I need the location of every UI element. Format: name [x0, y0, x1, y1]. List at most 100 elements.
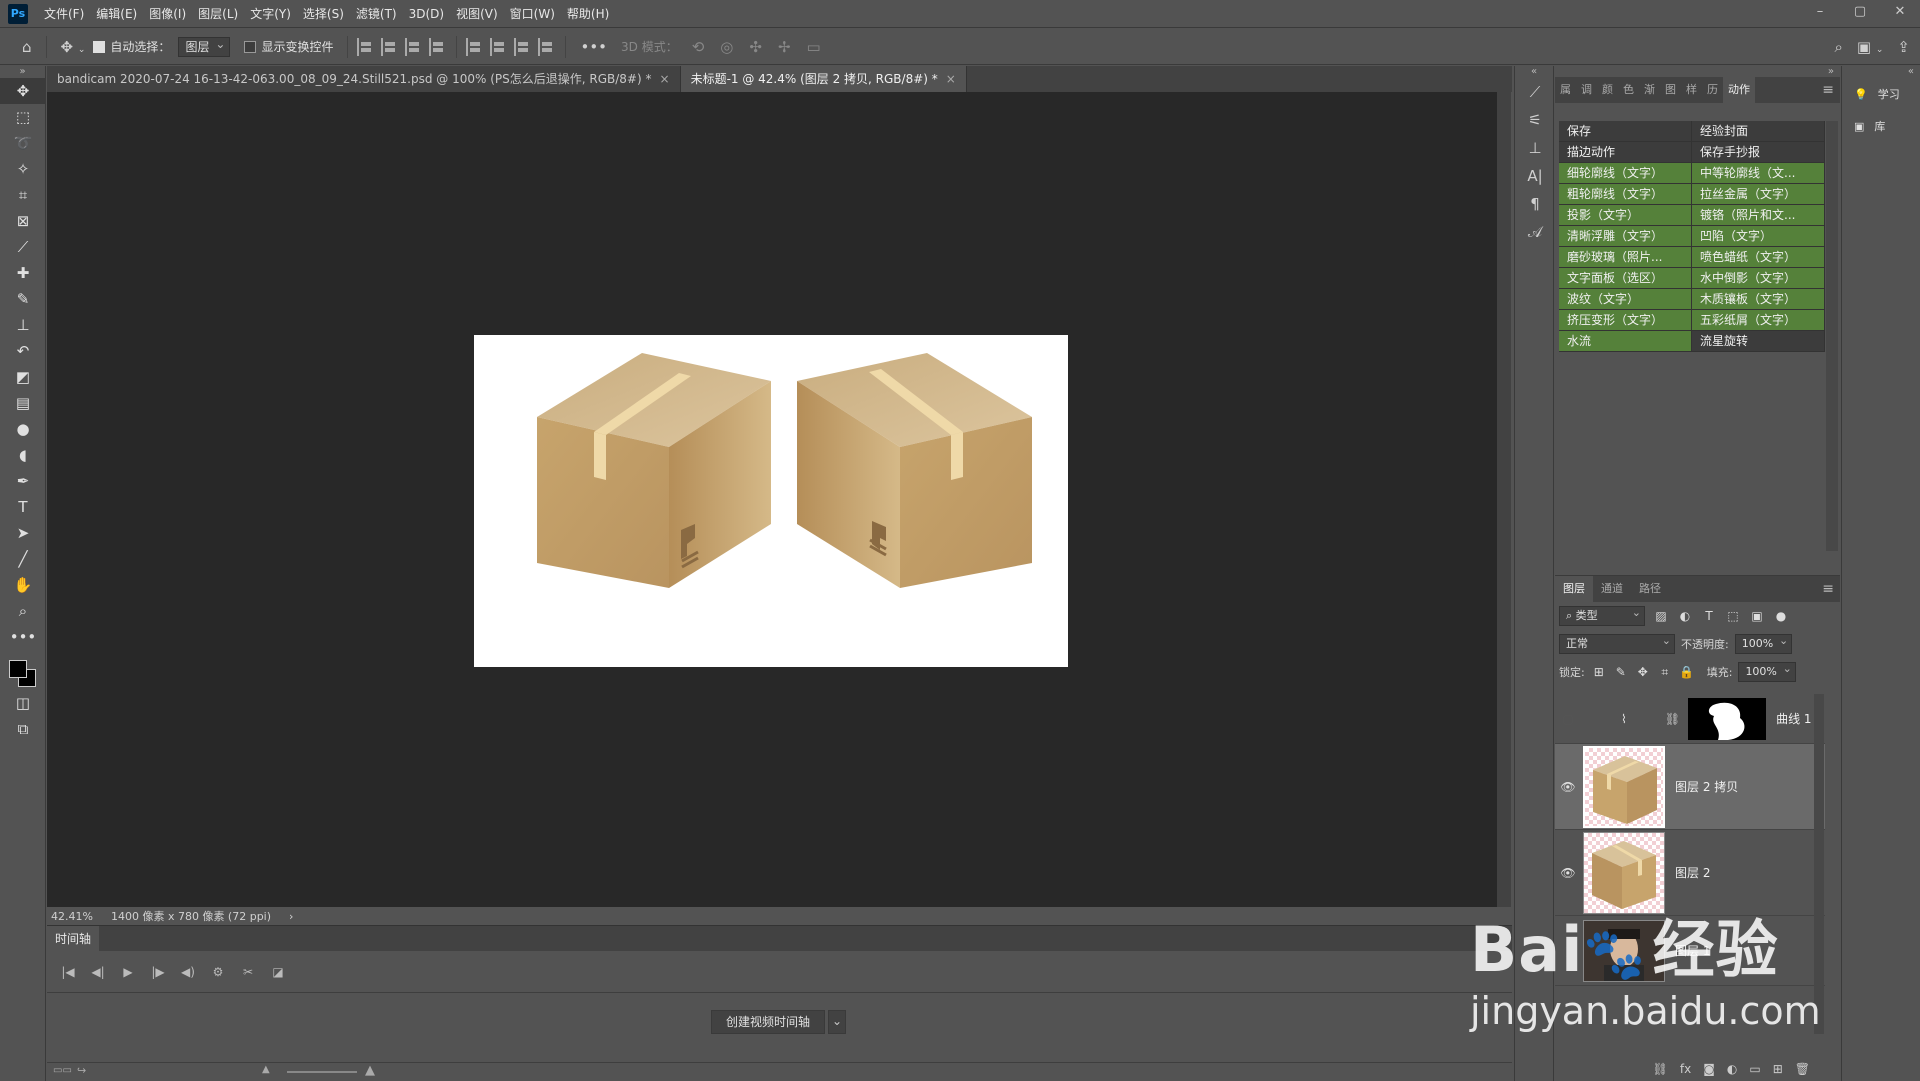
filter-pixel-icon[interactable]: ▨ [1653, 609, 1669, 623]
convert-icon[interactable]: ↪ [77, 1064, 86, 1077]
frame-tool[interactable]: ⊠ [0, 208, 46, 234]
new-adjustment-icon[interactable]: ◐ [1727, 1062, 1737, 1076]
character-icon[interactable]: A| [1515, 162, 1555, 190]
layers-menu-icon[interactable]: ≡ [1822, 576, 1834, 602]
menu-type[interactable]: 文字(Y) [244, 0, 297, 28]
visibility-off-icon[interactable]: ▢ [1555, 944, 1581, 958]
align-middle-v-icon[interactable] [490, 37, 508, 56]
layer-row-box[interactable]: 👁 图层 2 [1555, 830, 1825, 916]
tab-color[interactable]: 颜 [1597, 77, 1618, 103]
panel-menu-icon[interactable]: ≡ [1822, 77, 1834, 103]
settings-gear-icon[interactable]: ⚙ [203, 965, 233, 979]
first-frame-icon[interactable]: |◀ [53, 965, 83, 979]
close-icon[interactable]: ✕ [1880, 0, 1920, 22]
new-layer-icon[interactable]: ⊞ [1773, 1062, 1783, 1076]
tab-gradients[interactable]: 渐 [1639, 77, 1660, 103]
color-swatches[interactable] [0, 650, 46, 690]
action-item[interactable]: 文字面板（选区） [1559, 268, 1692, 289]
history-brush-tool[interactable]: ↶ [0, 338, 46, 364]
filter-type-dropdown[interactable]: ⌕ 类型 [1559, 604, 1645, 626]
document-tab-2[interactable]: 未标题-1 @ 42.4% (图层 2 拷贝, RGB/8#) * × [680, 66, 967, 92]
tab-layers[interactable]: 图层 [1555, 576, 1593, 602]
layer-name[interactable]: 曲线 1 [1776, 710, 1811, 727]
align-right-icon[interactable] [405, 37, 423, 56]
action-item[interactable]: 水中倒影（文字） [1692, 268, 1825, 289]
tab-history[interactable]: 历 [1702, 77, 1723, 103]
menu-view[interactable]: 视图(V) [450, 0, 504, 28]
libraries-panel-button[interactable]: ▣ 库 [1842, 110, 1920, 142]
timeline-tab[interactable]: 时间轴 [47, 926, 100, 952]
marquee-tool[interactable]: ⬚ [0, 104, 46, 130]
pen-tool[interactable]: ✒ [0, 468, 46, 494]
tab-patterns[interactable]: 图 [1660, 77, 1681, 103]
distribute-v-icon[interactable] [429, 37, 447, 56]
healing-brush-tool[interactable]: ✚ [0, 260, 46, 286]
share-icon[interactable]: ⇪ [1897, 38, 1910, 56]
tab-styles[interactable]: 样 [1681, 77, 1702, 103]
zoom-slider[interactable] [287, 1071, 357, 1073]
crop-tool[interactable]: ⌗ [0, 182, 46, 208]
layer-thumbnail[interactable] [1583, 831, 1665, 914]
lock-all-icon[interactable]: 🔒 [1679, 665, 1695, 679]
action-item[interactable]: 清晰浮雕（文字） [1559, 226, 1692, 247]
action-item[interactable]: 波纹（文字） [1559, 289, 1692, 310]
chevron-down-icon[interactable]: ⌄ [828, 1010, 847, 1034]
layer-row-box-copy[interactable]: 👁 图层 2 拷贝 [1555, 744, 1825, 830]
action-item[interactable]: 凹陷（文字） [1692, 226, 1825, 247]
layer-name[interactable]: 图层 2 拷贝 [1675, 778, 1738, 795]
filter-smart-object-icon[interactable]: ▣ [1749, 609, 1765, 623]
layer-thumbnail[interactable] [1583, 745, 1665, 828]
collapse-icon[interactable]: » [0, 66, 45, 78]
path-selection-tool[interactable]: ➤ [0, 520, 46, 546]
link-layers-icon[interactable]: ⛓ [1653, 1062, 1668, 1076]
close-tab-icon[interactable]: × [660, 72, 670, 86]
quick-mask-icon[interactable]: ◫ [0, 690, 46, 716]
action-item[interactable]: 挤压变形（文字） [1559, 310, 1692, 331]
camera-3d-icon[interactable]: ▭ [799, 38, 829, 56]
screen-mode-icon[interactable]: ⧉ [0, 716, 46, 742]
glyphs-icon[interactable]: 𝒜 [1515, 218, 1555, 246]
show-transform-checkbox[interactable]: 显示变换控件 [244, 38, 333, 55]
canvas-area[interactable] [47, 92, 1497, 907]
menu-filter[interactable]: 滤镜(T) [350, 0, 403, 28]
align-bottom-icon[interactable] [514, 37, 532, 56]
roll-3d-icon[interactable]: ◎ [712, 38, 741, 56]
lasso-tool[interactable]: ➰ [0, 130, 46, 156]
gradient-tool[interactable]: ▤ [0, 390, 46, 416]
slide-3d-icon[interactable]: ✢ [770, 38, 799, 56]
line-tool[interactable]: ╱ [0, 546, 46, 572]
opacity-input[interactable]: 100% [1734, 632, 1793, 654]
drag-3d-icon[interactable]: ✣ [741, 38, 770, 56]
menu-3d[interactable]: 3D(D) [403, 0, 450, 28]
document-canvas[interactable] [474, 335, 1068, 667]
eraser-tool[interactable]: ◩ [0, 364, 46, 390]
transition-icon[interactable]: ◪ [263, 965, 293, 979]
zoom-in-icon[interactable]: ▲ [365, 1063, 375, 1078]
layer-row-curves[interactable]: ▢ ⌇ ⛓ 曲线 1 [1555, 694, 1825, 744]
action-item[interactable]: 木质镶板（文字） [1692, 289, 1825, 310]
magic-wand-tool[interactable]: ✧ [0, 156, 46, 182]
action-item[interactable]: 描边动作 [1559, 142, 1692, 163]
add-mask-icon[interactable]: ◙ [1703, 1062, 1715, 1076]
foreground-color[interactable] [9, 660, 27, 678]
move-tool[interactable]: ✥ [0, 78, 46, 104]
action-item[interactable]: 粗轮廓线（文字） [1559, 184, 1692, 205]
adjustments-icon[interactable]: ⚟ [1515, 106, 1555, 134]
brush-tool[interactable]: ✎ [0, 286, 46, 312]
action-item[interactable]: 水流 [1559, 331, 1692, 352]
edit-toolbar-icon[interactable]: ••• [0, 624, 46, 650]
action-item[interactable]: 中等轮廓线（文... [1692, 163, 1825, 184]
status-expand-icon[interactable]: › [289, 910, 293, 923]
eye-icon[interactable]: 👁 [1555, 780, 1581, 794]
minimize-icon[interactable]: – [1800, 0, 1840, 22]
action-item[interactable]: 磨砂玻璃（照片... [1559, 247, 1692, 268]
visibility-off-icon[interactable]: ▢ [1555, 712, 1581, 726]
expand-panels-icon[interactable]: « [1515, 66, 1553, 78]
menu-select[interactable]: 选择(S) [297, 0, 350, 28]
auto-select-checkbox[interactable]: 自动选择： [93, 38, 170, 55]
layer-mask-thumbnail[interactable] [1688, 697, 1767, 740]
layer-thumbnail[interactable] [1583, 919, 1665, 982]
menu-help[interactable]: 帮助(H) [561, 0, 615, 28]
action-item[interactable]: 拉丝金属（文字） [1692, 184, 1825, 205]
move-tool-icon[interactable]: ✥ ⌄ [53, 38, 94, 56]
